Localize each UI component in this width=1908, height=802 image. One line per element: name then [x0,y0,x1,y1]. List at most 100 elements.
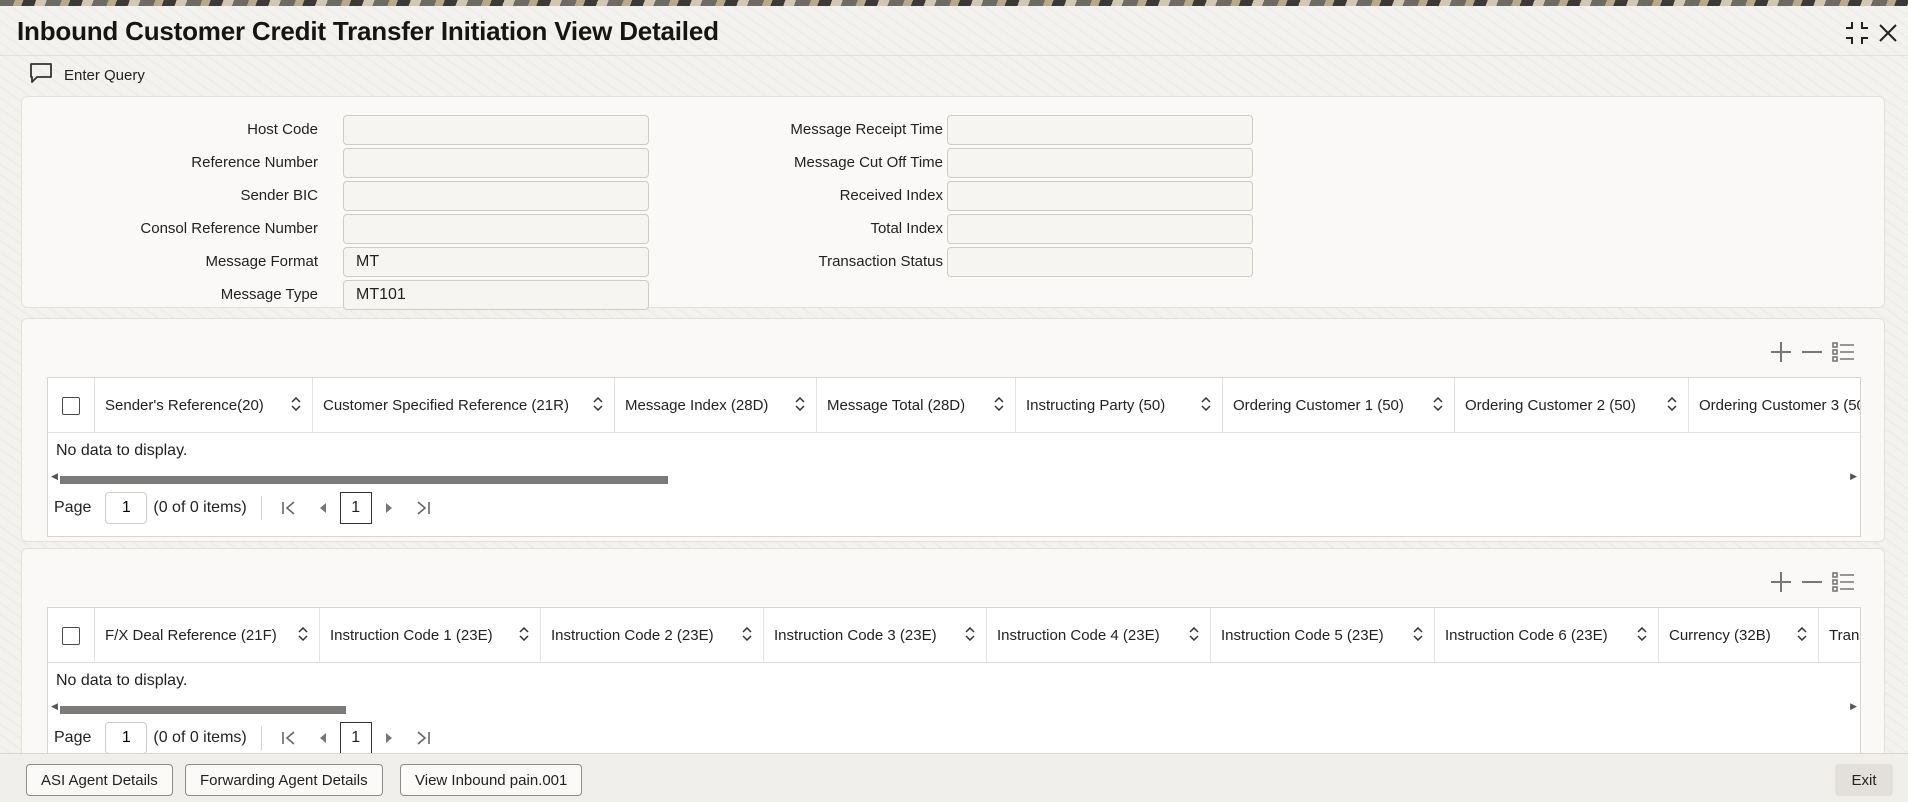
first-page-icon[interactable] [276,725,302,751]
column-header[interactable]: F/X Deal Reference (21F) [95,608,320,663]
message-type-label: Message Type [220,286,318,303]
last-page-icon[interactable] [410,725,436,751]
list-icon[interactable] [1829,568,1857,596]
column-label: Transaction Amount (32B) [1829,627,1860,644]
message-format-field[interactable] [343,247,649,277]
minus-icon[interactable] [1798,338,1826,366]
sort-arrows-icon[interactable] [985,396,1005,415]
enter-query-button[interactable]: Enter Query [28,60,145,90]
previous-page-icon[interactable] [310,725,336,751]
sort-arrows-icon[interactable] [956,626,976,645]
column-label: Message Index (28D) [625,397,769,414]
message-cut-off-time-field[interactable] [947,148,1253,178]
host-code-field[interactable] [343,115,649,145]
column-header[interactable]: Sender's Reference(20) [95,378,313,433]
asi-agent-details-button[interactable]: ASI Agent Details [26,764,173,796]
checkbox-icon [62,626,80,645]
pagination: Page (0 of 0 items) 1 [54,491,436,525]
reference-number-field[interactable] [343,148,649,178]
sender-bic-field[interactable] [343,181,649,211]
sort-arrows-icon[interactable] [510,626,530,645]
page-number-input[interactable] [105,492,148,524]
scroll-right-arrow-icon[interactable]: ▶ [1850,471,1857,482]
minus-icon[interactable] [1798,568,1826,596]
received-index-field[interactable] [947,181,1253,211]
scroll-right-arrow-icon[interactable]: ▶ [1850,701,1857,712]
column-label: Ordering Customer 1 (50) [1233,397,1404,414]
next-page-icon[interactable] [376,725,402,751]
received-index-label: Received Index [839,187,943,204]
sort-arrows-icon[interactable] [584,396,604,415]
plus-icon[interactable] [1767,568,1795,596]
page-number-input[interactable] [105,722,148,754]
instruction-details-grid: F/X Deal Reference (21F) Instruction Cod… [47,607,1861,759]
last-page-icon[interactable] [410,495,436,521]
consol-reference-number-field[interactable] [343,214,649,244]
forwarding-agent-details-button[interactable]: Forwarding Agent Details [185,764,383,796]
sort-arrows-icon[interactable] [1424,396,1444,415]
scrollbar-track [60,473,1848,484]
sort-arrows-icon[interactable] [289,626,309,645]
main-window: Inbound Customer Credit Transfer Initiat… [0,6,1908,802]
column-header[interactable]: Currency (32B) [1659,608,1819,663]
column-label: Ordering Customer 3 (50) [1699,397,1861,414]
column-header[interactable]: Instruction Code 3 (23E) [764,608,987,663]
scrollbar-thumb[interactable] [60,476,668,484]
sort-arrows-icon[interactable] [1628,626,1648,645]
current-page-button[interactable]: 1 [339,722,372,754]
host-code-label: Host Code [247,121,318,138]
next-page-icon[interactable] [376,495,402,521]
sort-arrows-icon[interactable] [1192,396,1212,415]
previous-page-icon[interactable] [310,495,336,521]
collapse-icon[interactable] [1842,18,1872,48]
message-receipt-time-field[interactable] [947,115,1253,145]
column-header[interactable]: Transaction Amount (32B) [1819,608,1860,663]
reference-number-label: Reference Number [191,154,318,171]
column-header[interactable]: Instruction Code 1 (23E) [320,608,541,663]
horizontal-scrollbar[interactable]: ◀ ▶ [48,700,1860,714]
column-header[interactable]: Message Total (28D) [817,378,1016,433]
current-page-button[interactable]: 1 [339,492,372,524]
message-cut-off-time-label: Message Cut Off Time [794,154,943,171]
page-label: Page [54,499,92,516]
total-index-field[interactable] [947,214,1253,244]
view-inbound-pain-button[interactable]: View Inbound pain.001 [400,764,583,796]
scrollbar-thumb[interactable] [60,706,347,714]
first-page-icon[interactable] [276,495,302,521]
sort-arrows-icon[interactable] [786,396,806,415]
sort-arrows-icon[interactable] [1404,626,1424,645]
sort-arrows-icon[interactable] [733,626,753,645]
sort-arrows-icon[interactable] [282,396,302,415]
sort-arrows-icon[interactable] [1180,626,1200,645]
column-header[interactable]: Instructing Party (50) [1016,378,1223,433]
column-header[interactable]: Instruction Code 6 (23E) [1435,608,1659,663]
sender-bic-label: Sender BIC [240,187,318,204]
header-fields-panel: Host Code Reference Number Sender BIC Co… [21,96,1885,310]
scroll-left-arrow-icon[interactable]: ◀ [51,701,58,712]
column-label: Instruction Code 6 (23E) [1445,627,1608,644]
message-format-label: Message Format [205,253,318,270]
exit-button[interactable]: Exit [1835,764,1893,796]
column-header[interactable]: Instruction Code 2 (23E) [541,608,764,663]
sort-arrows-icon[interactable] [1788,626,1808,645]
total-index-label: Total Index [870,220,943,237]
column-header[interactable]: Instruction Code 4 (23E) [987,608,1211,663]
column-header[interactable]: Ordering Customer 2 (50) [1455,378,1689,433]
close-icon[interactable] [1873,18,1903,48]
list-icon[interactable] [1829,338,1857,366]
column-header[interactable]: Ordering Customer 1 (50) [1223,378,1455,433]
plus-icon[interactable] [1767,338,1795,366]
grid-header: F/X Deal Reference (21F) Instruction Cod… [48,608,1860,663]
column-label: Ordering Customer 2 (50) [1465,397,1636,414]
select-all-checkbox[interactable] [48,608,95,663]
scroll-left-arrow-icon[interactable]: ◀ [51,471,58,482]
message-type-field[interactable] [343,280,649,310]
column-header[interactable]: Ordering Customer 3 (50) [1689,378,1861,433]
column-header[interactable]: Instruction Code 5 (23E) [1211,608,1435,663]
select-all-checkbox[interactable] [48,378,95,433]
column-header[interactable]: Message Index (28D) [615,378,817,433]
sort-arrows-icon[interactable] [1658,396,1678,415]
column-header[interactable]: Customer Specified Reference (21R) [313,378,615,433]
transaction-status-field[interactable] [947,247,1253,277]
horizontal-scrollbar[interactable]: ◀ ▶ [48,470,1860,484]
